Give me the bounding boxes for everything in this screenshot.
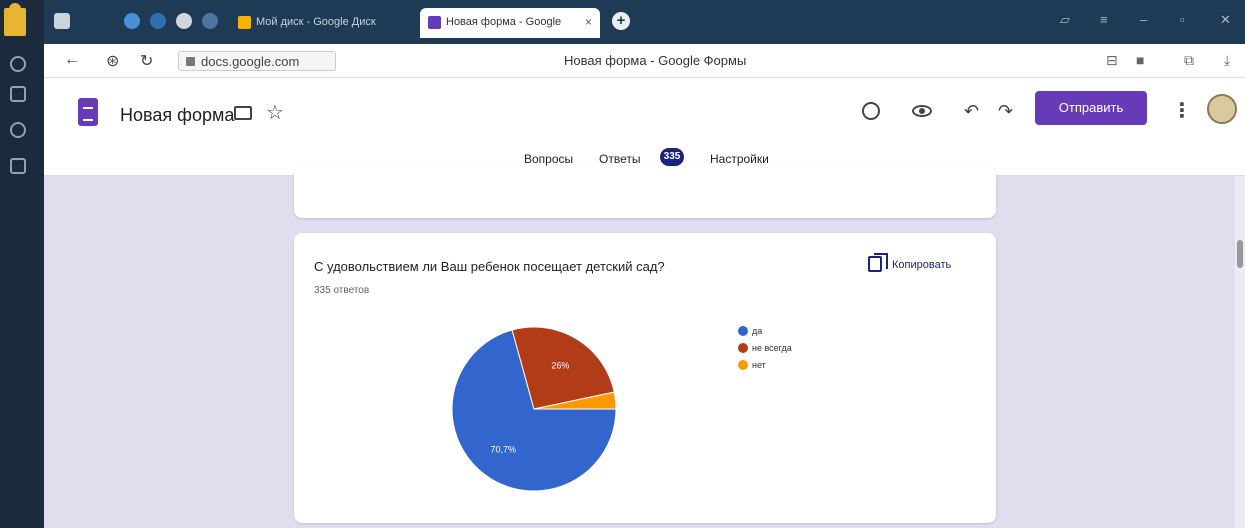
drive-icon [238,16,251,29]
copy-label: Копировать [892,259,952,271]
yandex-icon[interactable]: ⊛ [106,51,119,71]
pinned-tab-icon[interactable] [150,13,166,29]
undo-icon[interactable]: ↶ [964,101,979,122]
vk-icon[interactable] [202,13,218,29]
play-icon[interactable] [10,122,26,138]
legend-swatch [738,326,748,336]
url-field[interactable]: docs.google.com [178,51,336,71]
legend-item-1[interactable]: не всегда [738,342,792,359]
pie-slice-label-0: 70,7% [490,444,516,454]
pinned-tab-icon[interactable] [124,13,140,29]
tab-label: Мой диск - Google Диск [256,16,376,28]
forms-header: Новая форма ☆ ↶ ↷ Отправить ⋮ Вопросы От… [44,78,1245,176]
send-button[interactable]: Отправить [1035,91,1147,125]
back-icon[interactable]: ← [64,51,80,69]
redo-icon[interactable]: ↷ [998,101,1013,122]
tab-settings[interactable]: Настройки [710,152,769,166]
bookmark-icon[interactable]: ▱ [1060,12,1070,28]
legend-item-0[interactable]: да [738,325,792,342]
question-title: С удовольствием ли Ваш ребенок посещает … [314,259,665,274]
legend-item-2[interactable]: нет [738,359,792,376]
minimize-icon[interactable]: – [1140,12,1147,27]
legend-label: да [752,326,763,336]
response-count: 335 ответов [314,285,370,296]
pie-chart: 70,7% 26% [451,326,617,492]
collections-icon[interactable] [10,86,26,102]
folder-icon[interactable] [234,106,252,120]
legend-label: не всегда [752,343,792,353]
reader-icon[interactable]: ⊟ [1106,52,1118,69]
star-icon[interactable]: ☆ [266,100,284,125]
tab-responses[interactable]: Ответы [599,152,640,166]
history-icon[interactable] [10,56,26,72]
tab-strip: Мой диск - Google Диск Новая форма - Goo… [44,0,1245,44]
maximize-icon[interactable]: ▫ [1180,12,1185,27]
extensions-icon[interactable]: ⧉ [1184,52,1194,69]
forms-logo-icon[interactable] [78,98,98,126]
legend-swatch [738,343,748,353]
page-scrollbar[interactable] [1235,176,1245,528]
copy-chart-button[interactable]: Копировать [866,253,951,277]
responses-count-badge: 335 [660,148,684,166]
previous-question-card [294,166,996,218]
chart-legend: да не всегда нет [738,325,792,376]
legend-swatch [738,360,748,370]
legend-label: нет [752,360,766,370]
more-vert-icon[interactable]: ⋮ [1172,98,1192,123]
responses-content: С удовольствием ли Ваш ребенок посещает … [44,166,1245,528]
bookmark-flag-icon[interactable]: ■ [1136,52,1144,68]
browser-logo-icon[interactable] [4,3,26,36]
download-icon[interactable]: ⤓ [1224,52,1230,69]
tab-google-forms[interactable]: Новая форма - Google × [420,8,600,38]
close-tab-icon[interactable]: × [585,15,592,29]
menu-icon[interactable]: ≡ [1100,12,1108,27]
camera-icon[interactable] [54,13,70,29]
forms-icon [428,16,441,29]
question-summary-card: С удовольствием ли Ваш ребенок посещает … [294,233,996,523]
browser-sidebar [0,0,44,528]
apps-icon[interactable] [10,158,26,174]
copy-icon [868,253,888,272]
palette-icon[interactable] [862,102,880,120]
form-title[interactable]: Новая форма [120,105,234,126]
avatar[interactable] [1207,94,1237,124]
url-text: docs.google.com [201,54,300,69]
address-bar: ← ⊛ ↻ docs.google.com Новая форма - Goog… [44,44,1245,78]
tab-google-drive[interactable]: Мой диск - Google Диск [230,8,398,38]
tab-label: Новая форма - Google [446,16,562,28]
reload-icon[interactable]: ↻ [140,51,153,71]
tab-questions[interactable]: Вопросы [524,152,573,166]
page-title: Новая форма - Google Формы [564,53,747,68]
preview-icon[interactable] [912,105,932,117]
close-window-icon[interactable]: ✕ [1220,12,1231,28]
pie-slice-label-1: 26% [551,361,569,371]
pinned-tab-icon[interactable] [176,13,192,29]
new-tab-button[interactable]: + [612,12,630,30]
scrollbar-thumb[interactable] [1237,240,1243,268]
lock-icon [186,57,195,66]
